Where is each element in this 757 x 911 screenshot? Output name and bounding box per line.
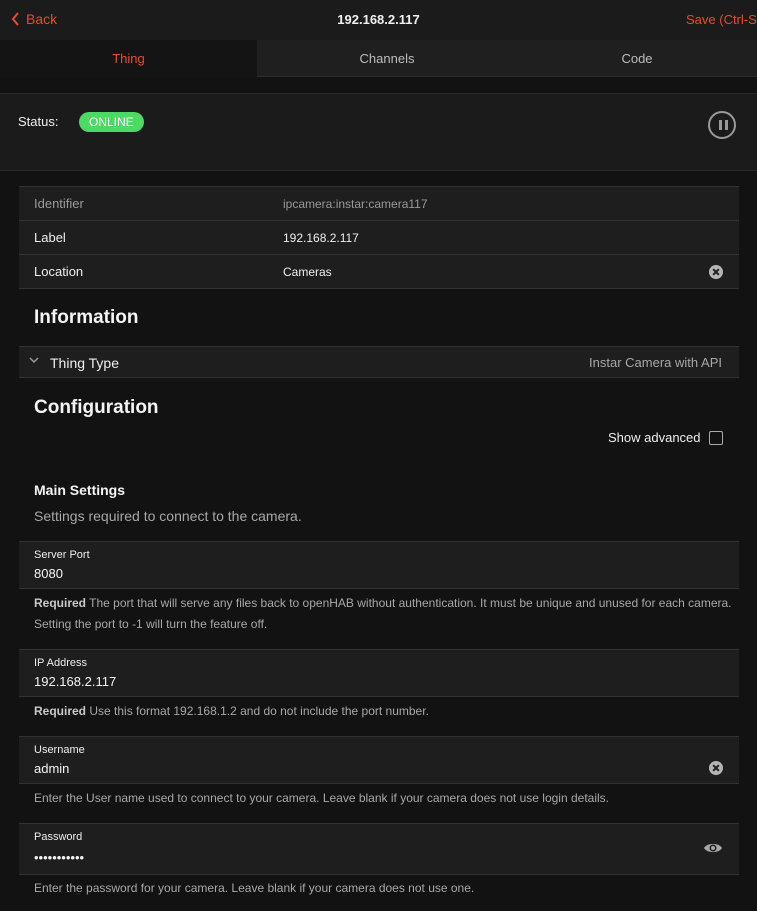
tab-thing[interactable]: Thing (0, 40, 257, 77)
thing-type-accordion[interactable]: Thing Type Instar Camera with API (19, 346, 739, 378)
location-row[interactable]: Location Cameras (19, 255, 739, 289)
properties-list: Identifier ipcamera:instar:camera117 Lab… (19, 186, 739, 289)
password-field[interactable]: Password ••••••••••• (19, 823, 739, 875)
ip-address-help: Required Use this format 192.168.1.2 and… (34, 701, 734, 722)
ip-address-field[interactable]: IP Address 192.168.2.117 (19, 649, 739, 697)
status-block: Status: ONLINE (0, 93, 757, 171)
status-badge: ONLINE (79, 112, 144, 132)
clear-location-icon[interactable] (709, 265, 723, 279)
password-label: Password (34, 831, 83, 843)
show-advanced-checkbox[interactable] (709, 431, 723, 445)
server-port-field[interactable]: Server Port 8080 (19, 541, 739, 589)
page-title: 192.168.2.117 (337, 12, 420, 27)
ip-address-required: Required (34, 704, 87, 718)
save-button[interactable]: Save (Ctrl-S (686, 12, 757, 27)
show-advanced-label[interactable]: Show advanced (608, 430, 701, 445)
eye-icon[interactable] (703, 841, 723, 855)
label-row[interactable]: Label 192.168.2.117 (19, 221, 739, 255)
ip-address-input[interactable]: 192.168.2.117 (34, 674, 116, 689)
server-port-required: Required (34, 596, 87, 610)
label-label: Label (34, 230, 66, 245)
tab-bar: Thing Channels Code (0, 40, 757, 77)
server-port-help-text: The port that will serve any files back … (34, 596, 732, 631)
information-title: Information (34, 307, 139, 328)
identifier-label: Identifier (34, 196, 84, 211)
identifier-value: ipcamera:instar:camera117 (283, 197, 428, 211)
main-settings-desc: Settings required to connect to the came… (34, 508, 302, 524)
tab-code[interactable]: Code (517, 40, 757, 77)
ip-address-label: IP Address (34, 657, 87, 669)
label-input[interactable]: 192.168.2.117 (283, 231, 359, 245)
tab-channels[interactable]: Channels (257, 40, 517, 77)
location-input[interactable]: Cameras (283, 265, 332, 279)
main-settings-title: Main Settings (34, 482, 126, 498)
chevron-down-icon (29, 357, 39, 364)
pause-icon[interactable] (708, 111, 736, 139)
location-label: Location (34, 264, 84, 279)
password-input[interactable]: ••••••••••• (34, 850, 84, 865)
navbar: Back 192.168.2.117 Save (Ctrl-S (0, 0, 757, 40)
username-input[interactable]: admin (34, 761, 69, 776)
username-help: Enter the User name used to connect to y… (34, 791, 609, 805)
clear-username-icon[interactable] (709, 761, 723, 775)
server-port-input[interactable]: 8080 (34, 566, 63, 581)
identifier-row: Identifier ipcamera:instar:camera117 (19, 187, 739, 221)
username-label: Username (34, 744, 85, 756)
ip-address-help-text: Use this format 192.168.1.2 and do not i… (86, 704, 429, 718)
configuration-title: Configuration (34, 397, 159, 418)
server-port-label: Server Port (34, 549, 90, 561)
username-field[interactable]: Username admin (19, 736, 739, 784)
status-label: Status: (18, 114, 59, 129)
server-port-help: Required The port that will serve any fi… (34, 593, 734, 635)
password-help: Enter the password for your camera. Leav… (34, 881, 475, 895)
thing-type-label: Thing Type (50, 355, 120, 371)
thing-type-value: Instar Camera with API (589, 355, 722, 370)
